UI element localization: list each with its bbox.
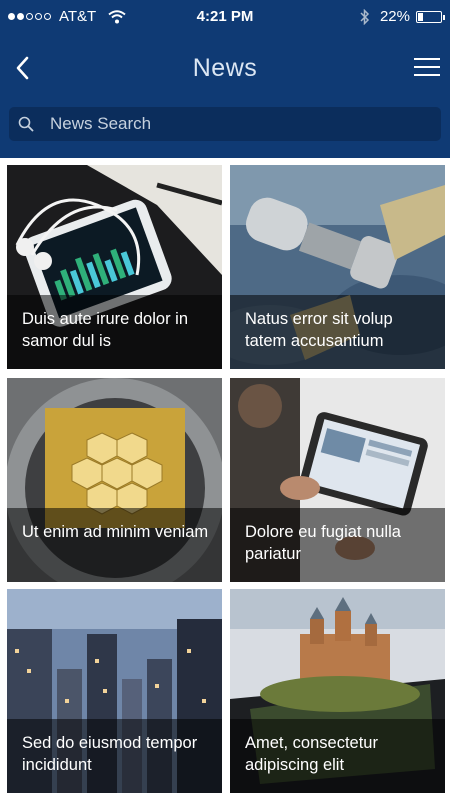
article-title: Amet, consectetur adipiscing elit <box>230 719 445 793</box>
page-title: News <box>192 54 258 82</box>
status-bar: AT&T 4:21 PM 22% <box>0 0 450 34</box>
hamburger-menu-icon[interactable] <box>414 58 440 78</box>
news-card[interactable]: Natus error sit volup tatem accusantium <box>230 165 445 369</box>
article-title: Dolore eu fugiat nulla pariatur <box>230 508 445 582</box>
article-title: Natus error sit volup tatem accusantium <box>230 295 445 369</box>
search-input[interactable] <box>50 114 410 134</box>
status-right: 22% <box>360 8 445 25</box>
news-card[interactable]: Amet, consectetur adipiscing elit <box>230 589 445 793</box>
news-card[interactable]: Ut enim ad minim veniam <box>7 378 222 582</box>
battery-percent: 22% <box>379 8 410 25</box>
bluetooth-icon <box>360 8 370 25</box>
news-card[interactable]: Duis aute irure dolor in samor dul is <box>7 165 222 369</box>
search-icon <box>18 116 34 132</box>
article-title: Ut enim ad minim veniam <box>7 508 222 582</box>
news-card[interactable]: Dolore eu fugiat nulla pariatur <box>230 378 445 582</box>
article-title: Sed do eiusmod tempor incididunt <box>7 719 222 793</box>
search-bar[interactable] <box>9 107 441 141</box>
battery-fill <box>418 12 424 21</box>
battery-icon <box>416 10 445 23</box>
article-title: Duis aute irure dolor in samor dul is <box>7 295 222 369</box>
navigation-bar: News <box>0 38 450 100</box>
news-card[interactable]: Sed do eiusmod tempor incididunt <box>7 589 222 793</box>
